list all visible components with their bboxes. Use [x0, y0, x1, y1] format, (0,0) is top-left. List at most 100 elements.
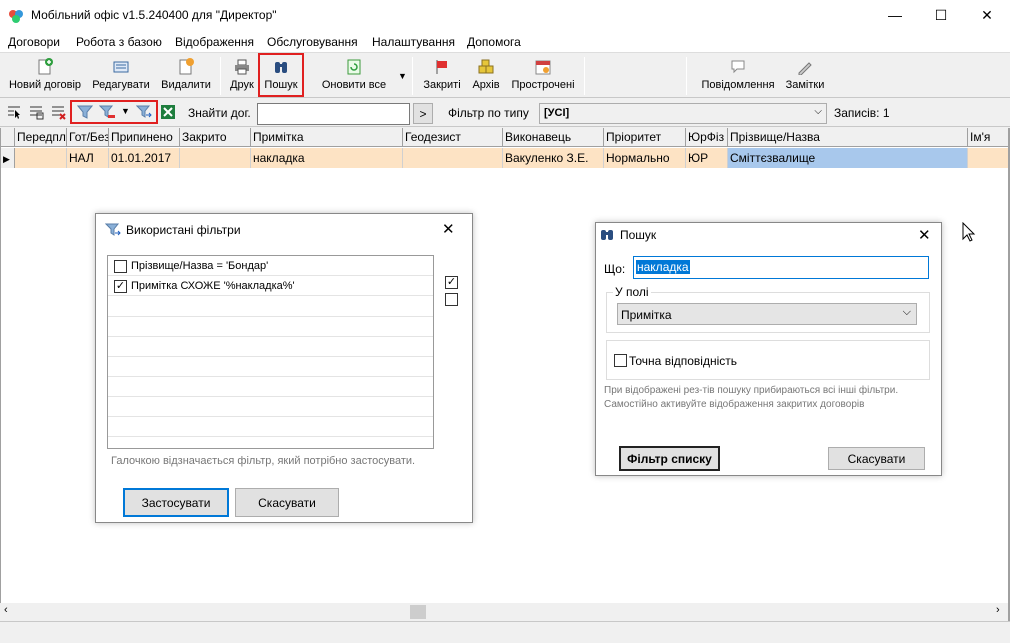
col-ready[interactable]: Гот/Без [67, 128, 109, 147]
table-cell[interactable]: накладка [251, 148, 403, 168]
delete-button[interactable]: Видалити [158, 55, 214, 97]
table-cell[interactable]: ЮР [686, 148, 728, 168]
list-item[interactable]: Прізвище/Назва = 'Бондар' [108, 256, 433, 276]
type-filter-value: [УСІ] [544, 107, 570, 119]
filter-icon[interactable] [76, 104, 94, 120]
close-icon[interactable]: ✕ [442, 220, 455, 238]
table-cell[interactable]: Вакуленко З.Е. [503, 148, 604, 168]
speech-bubble-icon [729, 58, 747, 76]
select-all-icon[interactable] [28, 104, 44, 120]
close-window-button[interactable]: ✕ [964, 0, 1010, 30]
col-priority[interactable]: Пріоритет [604, 128, 686, 147]
refresh-all-button[interactable]: Оновити все [316, 55, 392, 97]
refresh-dropdown-icon[interactable]: ▼ [398, 71, 407, 81]
minimize-button[interactable]: — [872, 0, 918, 30]
menu-view[interactable]: Відображення [175, 35, 254, 49]
find-contract-label: Знайти дог. [188, 106, 251, 120]
uncheck-all-checkbox[interactable] [445, 293, 458, 306]
cancel-button[interactable]: Скасувати [235, 488, 339, 517]
excel-export-icon[interactable] [160, 104, 176, 120]
maximize-button[interactable]: ☐ [918, 0, 964, 30]
table-cell[interactable] [15, 148, 67, 168]
table-cell[interactable] [403, 148, 503, 168]
edit-button[interactable]: Редагувати [88, 55, 154, 97]
col-closed[interactable]: Закрито [180, 128, 251, 147]
col-legal[interactable]: ЮрФіз [686, 128, 728, 147]
dialog-title-bar: Використані фільтри ✕ [96, 214, 472, 244]
filter-dropdown-icon[interactable]: ▼ [121, 106, 130, 116]
refresh-icon [345, 58, 363, 76]
row-pointer-icon: ▶ [1, 148, 15, 168]
table-cell[interactable]: НАЛ [67, 148, 109, 168]
check-all-checkbox[interactable]: ✓ [445, 276, 458, 289]
menu-service[interactable]: Обслуговування [267, 35, 358, 49]
exact-match-checkbox[interactable] [614, 354, 627, 367]
selected-table-cell[interactable]: Сміттєзвалище [728, 148, 968, 168]
field-group: У полі Примітка ⌵ [606, 285, 930, 333]
closed-button[interactable]: Закриті [420, 55, 464, 97]
list-item[interactable]: ✓ Примітка СХОЖЕ '%накладка%' [108, 276, 433, 296]
close-icon[interactable]: ✕ [918, 226, 931, 244]
table-cell[interactable] [180, 148, 251, 168]
select-cursor-icon[interactable] [6, 104, 22, 120]
cancel-button[interactable]: Скасувати [828, 447, 925, 470]
scroll-left-icon[interactable]: ‹ [4, 604, 8, 616]
used-filters-icon[interactable] [135, 104, 152, 120]
filter-checkbox-checked[interactable]: ✓ [114, 280, 127, 293]
field-select[interactable]: Примітка ⌵ [617, 303, 917, 325]
type-filter-select[interactable]: [УСІ] ⌵ [539, 103, 827, 124]
app-logo-icon [8, 8, 24, 24]
printer-icon [233, 58, 251, 76]
chevron-down-icon: ⌵ [814, 106, 822, 117]
new-document-icon [36, 58, 54, 76]
filters-hint: Галочкою відзначається фільтр, який потр… [111, 455, 416, 467]
search-highlight-box [258, 53, 304, 97]
remove-filter-icon[interactable] [98, 104, 115, 120]
horizontal-scrollbar[interactable]: ‹ › [0, 603, 1008, 621]
col-name[interactable]: Прізвище/Назва [728, 128, 968, 147]
find-go-button[interactable]: > [413, 103, 433, 124]
col-firstname[interactable]: Ім'я [968, 128, 1009, 147]
table-cell[interactable]: Нормально [604, 148, 686, 168]
print-button[interactable]: Друк [226, 55, 258, 97]
archive-boxes-icon [477, 58, 495, 76]
col-stopped[interactable]: Припинено [109, 128, 180, 147]
find-contract-input[interactable] [257, 103, 410, 125]
scroll-right-icon[interactable]: › [996, 604, 1000, 616]
notes-icon [796, 58, 814, 76]
binoculars-icon [600, 228, 614, 245]
search-query-input[interactable]: накладка [633, 256, 929, 279]
notifications-button[interactable]: Повідомлення [700, 55, 776, 97]
apply-button[interactable]: Застосувати [123, 488, 229, 517]
status-bar [0, 621, 1010, 643]
menu-contracts[interactable]: Договори [8, 35, 60, 49]
notes-button[interactable]: Замітки [782, 55, 828, 97]
col-prepaid[interactable]: Передпл [15, 128, 67, 147]
col-note[interactable]: Примітка [251, 128, 403, 147]
mouse-cursor-icon [962, 221, 976, 245]
flag-icon [433, 58, 451, 76]
exact-match-group: Точна відповідність [606, 340, 930, 380]
menu-database[interactable]: Робота з базою [76, 35, 162, 49]
new-contract-button[interactable]: Новий договір [6, 55, 84, 97]
scrollbar-thumb[interactable] [410, 605, 426, 619]
dialog-title: Використані фільтри [126, 223, 241, 237]
exact-match-label: Точна відповідність [629, 354, 737, 368]
dialog-title-bar: Пошук ✕ [596, 223, 941, 247]
calendar-icon [534, 58, 552, 76]
table-cell[interactable]: 01.01.2017 [109, 148, 180, 168]
menu-settings[interactable]: Налаштування [372, 35, 455, 49]
toolbar: Новий договір Редагувати Видалити Друк П… [0, 52, 1010, 98]
col-geodesist[interactable]: Геодезист [403, 128, 503, 147]
filter-list-button[interactable]: Фільтр списку [619, 446, 720, 471]
filters-list: Прізвище/Назва = 'Бондар' ✓ Примітка СХО… [107, 255, 434, 449]
overdue-button[interactable]: Прострочені [508, 55, 578, 97]
col-executor[interactable]: Виконавець [503, 128, 604, 147]
clear-selection-icon[interactable] [50, 104, 66, 120]
title-bar: Мобільний офіс v1.5.240400 для "Директор… [0, 0, 1010, 32]
filter-checkbox[interactable] [114, 260, 127, 273]
table-cell[interactable] [968, 148, 1009, 168]
menu-help[interactable]: Допомога [467, 35, 521, 49]
type-filter-label: Фільтр по типу [448, 106, 529, 120]
archive-button[interactable]: Архів [468, 55, 504, 97]
